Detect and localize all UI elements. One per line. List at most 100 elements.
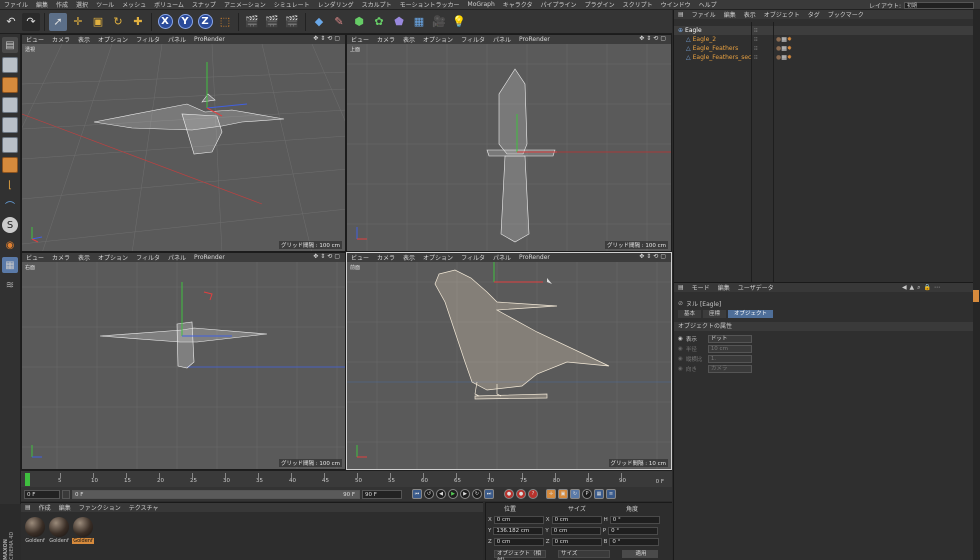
- viewport-nav-icons[interactable]: ✥⇕⟲▢: [313, 35, 342, 42]
- attr-nav-icons[interactable]: ◀▲⌕🔒⋯: [902, 284, 943, 292]
- deformer-icon[interactable]: ⬟: [390, 13, 408, 31]
- axis-y-button[interactable]: Y: [176, 13, 194, 31]
- viewport-perspective[interactable]: ビュー カメラ 表示 オプション フィルタ パネル ProRender ✥⇕⟲▢…: [21, 34, 346, 252]
- menu-item-18[interactable]: ウインドウ: [657, 0, 695, 9]
- rotation-field[interactable]: 0 °: [609, 537, 660, 546]
- vp-menu-view[interactable]: ビュー: [26, 35, 44, 44]
- material-tags-icon[interactable]: ●▦✸: [776, 45, 792, 52]
- vp-menu-filter[interactable]: フィルタ: [461, 253, 485, 262]
- menu-item-14[interactable]: キャラクタ: [499, 0, 537, 9]
- camera-icon[interactable]: 🎥: [430, 13, 448, 31]
- vp-menu-view[interactable]: ビュー: [351, 35, 369, 44]
- attr-field-value[interactable]: カメラ: [707, 364, 752, 373]
- axis-z-button[interactable]: Z: [196, 13, 214, 31]
- texture-mode-icon[interactable]: [2, 77, 18, 93]
- playhead[interactable]: [25, 473, 30, 486]
- radio-icon[interactable]: ◉: [678, 366, 683, 372]
- menu-item-0[interactable]: ファイル: [0, 0, 32, 9]
- timeline-ruler[interactable]: 051015202530354045505560657075808590 0 F: [21, 470, 672, 487]
- max-frame-field[interactable]: 90 F: [362, 489, 402, 499]
- vp-menu-filter[interactable]: フィルタ: [136, 253, 160, 262]
- object-row[interactable]: △ Eagle_Feathers: [686, 44, 738, 53]
- rotation-field[interactable]: 0 °: [609, 515, 660, 524]
- material-swatch-selected[interactable]: Goldenf: [72, 517, 94, 544]
- timeline-menu-icon[interactable]: ≡: [606, 489, 616, 499]
- obj-menu-objects[interactable]: オブジェクト: [764, 10, 800, 19]
- size-field[interactable]: 0 cm: [550, 526, 601, 535]
- pen-spline-icon[interactable]: ✎: [330, 13, 348, 31]
- menu-item-1[interactable]: 編集: [32, 0, 52, 9]
- viewport-right[interactable]: ビュー カメラ 表示 オプション フィルタ パネル ProRender ✥⇕⟲▢…: [21, 252, 346, 470]
- tab-object[interactable]: オブジェクト: [728, 310, 774, 318]
- vp-menu-camera[interactable]: カメラ: [377, 35, 395, 44]
- key-rotation-icon[interactable]: ↻: [570, 489, 580, 499]
- cloner-icon[interactable]: ✿: [370, 13, 388, 31]
- vp-menu-prorender[interactable]: ProRender: [519, 36, 550, 43]
- vp-menu-display[interactable]: 表示: [78, 253, 90, 262]
- vp-menu-panel[interactable]: パネル: [168, 253, 186, 262]
- visibility-dots-icon[interactable]: ⁝⁝: [754, 36, 758, 43]
- keyframe-selection-icon[interactable]: ?: [528, 489, 538, 499]
- position-field[interactable]: 0 cm: [493, 537, 544, 546]
- size-mode-select[interactable]: サイズ: [558, 549, 610, 558]
- vp-menu-filter[interactable]: フィルタ: [136, 35, 160, 44]
- viewport-nav-icons[interactable]: ✥⇕⟲▢: [639, 253, 668, 260]
- attributes-side-tab[interactable]: [973, 290, 979, 302]
- tab-basic[interactable]: 基本: [678, 310, 702, 318]
- attr-menu-edit[interactable]: 編集: [718, 283, 730, 292]
- current-frame-field[interactable]: 0 F: [24, 489, 60, 499]
- menu-item-4[interactable]: ツール: [92, 0, 118, 9]
- render-picture-viewer-icon[interactable]: 🎬: [263, 13, 281, 31]
- coord-mode-select[interactable]: オブジェクト（相対）: [494, 549, 546, 560]
- obj-menu-file[interactable]: ファイル: [692, 10, 716, 19]
- vp-menu-panel[interactable]: パネル: [168, 35, 186, 44]
- obj-menu-bookmarks[interactable]: ブックマーク: [828, 10, 864, 19]
- menu-item-5[interactable]: メッシュ: [118, 0, 150, 9]
- radio-icon[interactable]: ◉: [678, 346, 683, 352]
- object-row[interactable]: △ Eagle_2: [686, 35, 716, 44]
- menu-item-11[interactable]: スカルプト: [358, 0, 396, 9]
- tab-coord[interactable]: 座標: [703, 310, 727, 318]
- attr-menu-mode[interactable]: モード: [692, 283, 710, 292]
- obj-menu-view[interactable]: 表示: [744, 10, 756, 19]
- position-field[interactable]: 0 cm: [493, 515, 544, 524]
- menu-item-12[interactable]: モーショントラッカー: [396, 0, 464, 9]
- menu-item-2[interactable]: 作成: [52, 0, 72, 9]
- vp-menu-prorender[interactable]: ProRender: [194, 36, 225, 43]
- key-param-icon[interactable]: P: [582, 489, 592, 499]
- object-menu-icon[interactable]: ▤: [678, 11, 684, 18]
- key-position-icon[interactable]: ✛: [546, 489, 556, 499]
- material-tags-icon[interactable]: ●▦✸: [776, 54, 792, 61]
- transform-tool-icon[interactable]: ✚: [129, 13, 147, 31]
- vp-menu-camera[interactable]: カメラ: [52, 35, 70, 44]
- start-arrows[interactable]: [62, 489, 70, 499]
- points-mode-icon[interactable]: [2, 117, 18, 133]
- mat-menu-texture[interactable]: テクスチャ: [129, 503, 159, 512]
- size-field[interactable]: 0 cm: [551, 537, 602, 546]
- menu-item-17[interactable]: スクリプト: [619, 0, 657, 9]
- render-view-icon[interactable]: 🎬: [243, 13, 261, 31]
- attribute-menu-icon[interactable]: ▤: [678, 284, 684, 291]
- render-settings-icon[interactable]: 🎬: [283, 13, 301, 31]
- radio-icon[interactable]: ◉: [678, 356, 683, 362]
- menu-item-13[interactable]: MoGraph: [464, 1, 499, 8]
- visibility-dots-icon[interactable]: ⁝⁝: [754, 54, 758, 61]
- attr-field-value[interactable]: 10 cm: [707, 344, 752, 353]
- rotate-tool-icon[interactable]: ↻: [109, 13, 127, 31]
- axis-mode-icon[interactable]: ⌊: [2, 177, 18, 193]
- vp-menu-display[interactable]: 表示: [403, 253, 415, 262]
- viewport-top[interactable]: ビュー カメラ 表示 オプション フィルタ パネル ProRender ✥⇕⟲▢…: [346, 34, 672, 252]
- apply-button[interactable]: 適用: [622, 549, 658, 558]
- menu-item-10[interactable]: レンダリング: [314, 0, 358, 9]
- workplane-icon[interactable]: ◉: [2, 237, 18, 253]
- vp-menu-filter[interactable]: フィルタ: [461, 35, 485, 44]
- vp-menu-panel[interactable]: パネル: [493, 35, 511, 44]
- visibility-dots-icon[interactable]: ⁝⁝: [754, 45, 758, 52]
- vp-menu-view[interactable]: ビュー: [26, 253, 44, 262]
- menu-item-9[interactable]: シミュレート: [270, 0, 314, 9]
- vp-menu-view[interactable]: ビュー: [351, 253, 369, 262]
- object-row[interactable]: △ Eagle_Feathers_sec: [686, 53, 751, 62]
- undo-icon[interactable]: ↶: [2, 13, 20, 31]
- play-icon[interactable]: ▶: [448, 489, 458, 499]
- move-tool-icon[interactable]: ✛: [69, 13, 87, 31]
